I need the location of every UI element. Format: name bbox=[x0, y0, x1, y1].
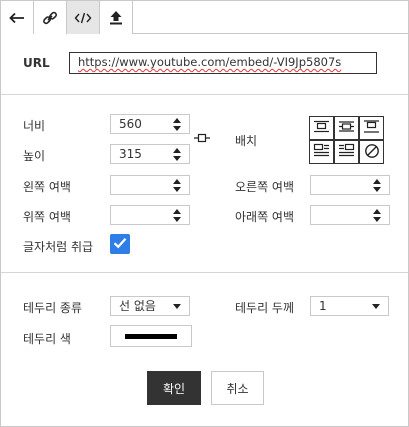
tab-bar bbox=[1, 1, 408, 35]
stepper-arrows-icon[interactable] bbox=[173, 179, 181, 192]
lock-ratio-icon[interactable] bbox=[194, 132, 210, 146]
right-margin-label: 오른쪽 여백 bbox=[235, 180, 295, 194]
align-options bbox=[309, 116, 384, 164]
align-top-button[interactable] bbox=[309, 116, 334, 140]
chevron-down-icon bbox=[372, 304, 380, 309]
cancel-button[interactable]: 취소 bbox=[211, 371, 264, 405]
link-icon bbox=[42, 10, 58, 26]
divider bbox=[1, 272, 408, 273]
tab-back[interactable] bbox=[1, 1, 34, 34]
left-margin-stepper[interactable] bbox=[110, 175, 190, 195]
url-input[interactable]: https://www.youtube.com/embed/-VI9Jp5807… bbox=[69, 52, 377, 74]
stepper-arrows-icon[interactable] bbox=[373, 209, 381, 222]
chevron-down-icon bbox=[173, 304, 181, 309]
treat-as-text-checkbox[interactable] bbox=[110, 234, 130, 254]
bottom-margin-label: 아래쪽 여백 bbox=[235, 210, 295, 224]
code-icon bbox=[74, 12, 92, 24]
tab-link[interactable] bbox=[34, 1, 67, 35]
align-middle-icon bbox=[338, 119, 355, 137]
stepper-arrows-icon[interactable] bbox=[173, 118, 181, 131]
align-middle-button[interactable] bbox=[334, 116, 359, 140]
border-width-value: 1 bbox=[319, 299, 327, 313]
border-width-select[interactable]: 1 bbox=[310, 296, 389, 316]
border-type-value: 선 없음 bbox=[119, 299, 156, 313]
stepper-arrows-icon[interactable] bbox=[373, 179, 381, 192]
tab-code[interactable] bbox=[67, 1, 100, 34]
width-label: 너비 bbox=[23, 119, 46, 133]
checkmark-icon bbox=[113, 237, 127, 252]
align-left-button[interactable] bbox=[309, 140, 334, 164]
tab-upload[interactable] bbox=[100, 1, 133, 34]
upload-icon bbox=[109, 10, 123, 25]
right-margin-stepper[interactable] bbox=[310, 175, 390, 195]
align-top-icon bbox=[313, 119, 330, 137]
url-label: URL bbox=[23, 56, 50, 70]
divider bbox=[1, 94, 408, 95]
border-color-picker[interactable] bbox=[110, 325, 192, 347]
align-bottom-icon bbox=[363, 119, 380, 137]
align-right-icon bbox=[338, 143, 355, 161]
width-value: 560 bbox=[119, 117, 142, 131]
stepper-arrows-icon[interactable] bbox=[173, 148, 181, 161]
confirm-button[interactable]: 확인 bbox=[147, 371, 201, 405]
stepper-arrows-icon[interactable] bbox=[173, 209, 181, 222]
height-label: 높이 bbox=[23, 149, 46, 163]
align-right-button[interactable] bbox=[334, 140, 359, 164]
border-color-swatch bbox=[125, 334, 177, 339]
border-type-select[interactable]: 선 없음 bbox=[110, 296, 190, 316]
border-width-label: 테두리 두께 bbox=[235, 301, 295, 315]
left-margin-label: 왼쪽 여백 bbox=[23, 180, 71, 194]
align-left-icon bbox=[313, 143, 330, 161]
border-color-label: 테두리 색 bbox=[23, 332, 71, 346]
width-stepper[interactable]: 560 bbox=[110, 114, 190, 134]
align-label: 배치 bbox=[235, 134, 258, 148]
top-margin-label: 위쪽 여백 bbox=[23, 210, 71, 224]
no-align-icon bbox=[364, 143, 380, 162]
embed-media-dialog: URL https://www.youtube.com/embed/-VI9Jp… bbox=[0, 0, 409, 427]
treat-as-text-label: 글자처럼 취급 bbox=[23, 240, 94, 254]
align-none-button[interactable] bbox=[359, 140, 384, 164]
top-margin-stepper[interactable] bbox=[110, 205, 190, 225]
border-type-label: 테두리 종류 bbox=[23, 301, 83, 315]
height-stepper[interactable]: 315 bbox=[110, 144, 190, 164]
bottom-margin-stepper[interactable] bbox=[310, 205, 390, 225]
height-value: 315 bbox=[119, 147, 142, 161]
arrow-left-icon bbox=[9, 12, 25, 24]
align-bottom-button[interactable] bbox=[359, 116, 384, 140]
